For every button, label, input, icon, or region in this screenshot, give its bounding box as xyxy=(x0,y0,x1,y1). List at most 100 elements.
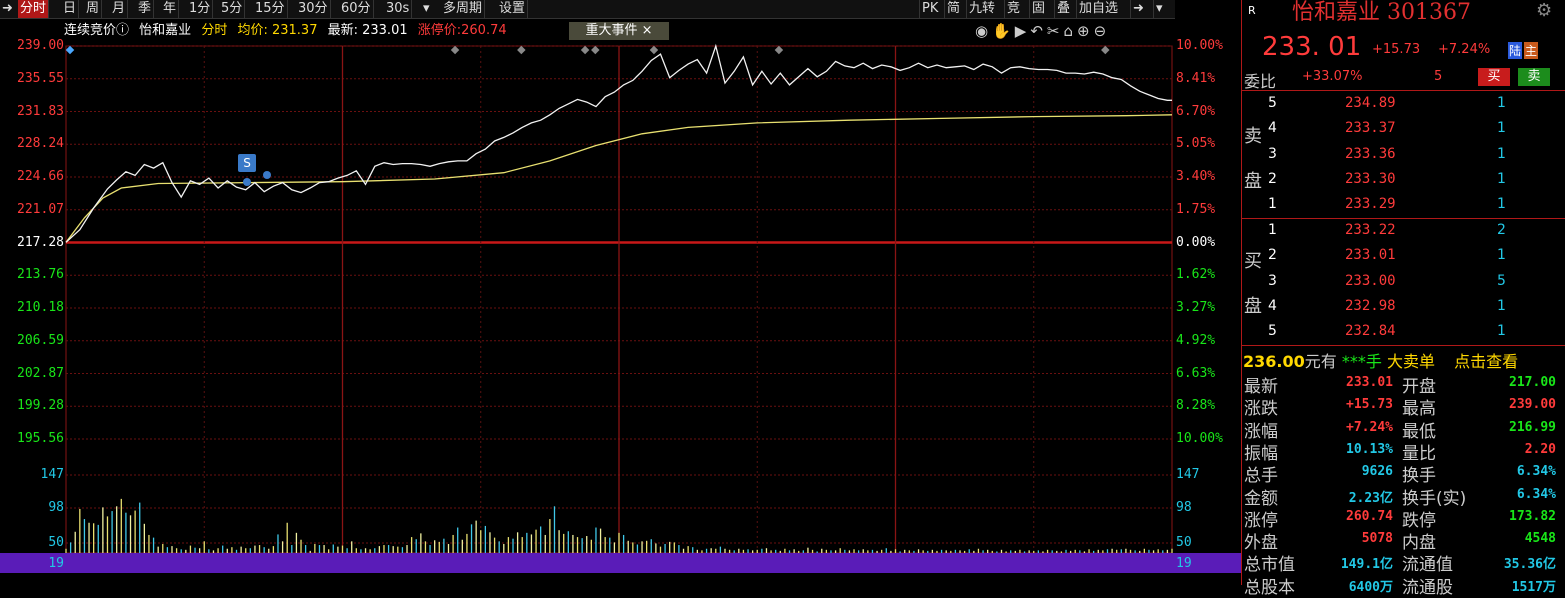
pct-axis-label: 0.00% xyxy=(1176,234,1216,250)
pct-axis-label: 3.40% xyxy=(1176,169,1216,184)
order-volume: 1 xyxy=(1497,196,1506,213)
order-volume: 1 xyxy=(1497,323,1506,340)
stat-label: 涨幅 xyxy=(1244,421,1278,442)
volume-axis-label-right: 19 xyxy=(1176,556,1192,571)
stat-label: 流通值 xyxy=(1402,555,1453,576)
order-level: 2 xyxy=(1268,247,1277,264)
big-order-qty: ***手 xyxy=(1341,352,1382,371)
weibi-count: 5 xyxy=(1434,69,1443,84)
stat-label: 涨停 xyxy=(1244,510,1278,531)
order-price: 234.89 xyxy=(1345,95,1396,111)
order-price: 232.98 xyxy=(1345,297,1396,314)
buy-button[interactable]: 买 xyxy=(1478,68,1510,86)
order-price: 233.01 xyxy=(1345,247,1396,264)
stock-title: 怡和嘉业 301367 xyxy=(1292,0,1471,25)
intraday-chart[interactable] xyxy=(0,0,1241,585)
pct-axis-label: 10.00% xyxy=(1176,431,1223,446)
price-axis-label: 235.55 xyxy=(17,70,64,86)
price-change: +15.73 xyxy=(1372,42,1421,57)
order-price: 233.36 xyxy=(1345,145,1396,162)
stat-label: 跌停 xyxy=(1402,510,1436,531)
pct-axis-label: 6.70% xyxy=(1176,103,1216,119)
event-marker-icon xyxy=(591,45,600,55)
price-axis-label: 210.18 xyxy=(17,300,64,315)
pct-axis-label: 8.28% xyxy=(1176,398,1216,414)
order-volume: 1 xyxy=(1497,145,1506,162)
stat-label: 总市值 xyxy=(1244,555,1295,576)
stat-value: 149.1亿 xyxy=(1340,557,1393,573)
stat-value: 2.20 xyxy=(1524,441,1556,457)
stat-label: 换手(实) xyxy=(1402,488,1467,509)
sell-label-2: 盘 xyxy=(1244,171,1262,192)
stat-value: 173.82 xyxy=(1509,508,1556,524)
volume-axis-label-right: 147 xyxy=(1176,467,1200,482)
stat-value: 6.34% xyxy=(1516,486,1556,502)
stat-label: 流通股 xyxy=(1402,577,1453,598)
sell-button[interactable]: 卖 xyxy=(1518,68,1550,86)
stat-value: 9626 xyxy=(1361,464,1393,480)
pct-axis-label: 5.05% xyxy=(1176,136,1216,152)
big-order-type: 大卖单 xyxy=(1386,352,1435,371)
stat-value: 10.13% xyxy=(1346,441,1393,457)
weibi-label: 委比 xyxy=(1244,72,1277,91)
stat-value: 260.74 xyxy=(1346,508,1393,524)
current-price: 233. 01 xyxy=(1262,32,1362,62)
pct-axis-label: 3.27% xyxy=(1176,300,1216,315)
price-axis-label: 239.00 xyxy=(17,38,64,53)
event-marker-icon xyxy=(580,45,590,55)
pct-axis-label: 1.62% xyxy=(1176,267,1216,283)
stat-label: 最低 xyxy=(1402,421,1436,442)
order-volume: 5 xyxy=(1497,272,1506,289)
pct-axis-label: 10.00% xyxy=(1176,38,1223,53)
stat-label: 最新 xyxy=(1244,377,1278,397)
order-volume: 1 xyxy=(1497,170,1506,187)
buy-label: 买 xyxy=(1244,251,1262,272)
order-volume: 1 xyxy=(1497,297,1506,314)
volume-axis-label: 98 xyxy=(48,500,64,515)
stat-label: 最高 xyxy=(1402,399,1436,420)
order-volume: 1 xyxy=(1497,95,1506,111)
order-level: 1 xyxy=(1268,222,1277,238)
stat-value: 1517万 xyxy=(1511,579,1556,595)
trade-point-icon xyxy=(243,178,251,186)
big-order-price: 236.00 xyxy=(1243,352,1305,371)
event-marker-icon xyxy=(774,45,784,55)
order-volume: 1 xyxy=(1497,247,1506,264)
volume-axis-label-right: 50 xyxy=(1176,535,1192,550)
stat-value: 216.99 xyxy=(1509,419,1556,435)
stat-label: 开盘 xyxy=(1402,377,1436,397)
weibi-value: +33.07% xyxy=(1302,69,1363,84)
stat-label: 内盘 xyxy=(1402,533,1436,554)
stat-value: 5078 xyxy=(1361,531,1393,547)
stat-value: 35.36亿 xyxy=(1503,557,1556,573)
price-change-pct: +7.24% xyxy=(1438,42,1491,57)
pct-axis-label: 1.75% xyxy=(1176,201,1216,217)
gear-icon[interactable]: ⚙ xyxy=(1536,0,1552,21)
stat-value: +15.73 xyxy=(1346,397,1393,413)
stat-label: 振幅 xyxy=(1244,443,1278,464)
order-level: 2 xyxy=(1268,170,1277,187)
stat-label: 量比 xyxy=(1402,443,1436,464)
lu-badge: 陆 xyxy=(1508,42,1523,59)
signal-marker[interactable]: S xyxy=(238,154,256,172)
stat-value: 6400万 xyxy=(1348,579,1393,595)
volume-axis-label-right: 98 xyxy=(1176,500,1192,515)
event-marker-icon xyxy=(450,45,460,55)
buy-label-2: 盘 xyxy=(1244,296,1262,317)
price-axis-label: 202.87 xyxy=(17,365,64,381)
stat-label: 换手 xyxy=(1402,466,1436,487)
big-order-notice[interactable]: 236.00元有 ***手 大卖单 点击查看 xyxy=(1243,348,1518,372)
order-level: 5 xyxy=(1268,323,1277,340)
stat-value: 2.23亿 xyxy=(1348,490,1393,506)
volume-axis-label: 50 xyxy=(48,535,64,550)
price-axis-label: 206.59 xyxy=(17,332,64,348)
price-axis-label: 213.76 xyxy=(17,267,64,283)
price-axis-label: 228.24 xyxy=(17,136,64,152)
stat-label: 总股本 xyxy=(1244,577,1295,598)
volume-axis-label: 147 xyxy=(40,467,64,482)
order-price: 233.37 xyxy=(1345,120,1396,137)
r-badge: R xyxy=(1248,4,1256,17)
price-axis-label: 195.56 xyxy=(17,431,64,446)
price-axis-label: 217.28 xyxy=(17,234,64,250)
view-details-link[interactable]: 点击查看 xyxy=(1454,352,1518,371)
